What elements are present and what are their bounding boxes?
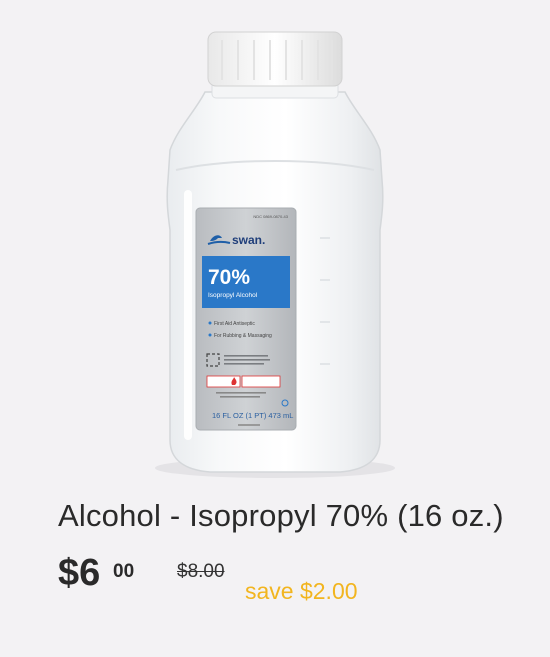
label-bullet-1: First Aid Antiseptic (214, 321, 255, 327)
label-bullet-2: For Rubbing & Massaging (214, 333, 272, 339)
bottle-cap (207, 31, 343, 87)
current-price-cents: 00 (113, 561, 135, 582)
bottle-highlight (184, 190, 192, 440)
bullet-icon (208, 321, 212, 325)
savings-text: save $2.00 (245, 578, 358, 604)
label-barcode-text (238, 424, 260, 426)
label-percent: 70% (208, 266, 250, 289)
current-price-dollars: $6 (58, 552, 101, 594)
label-fineprint (224, 355, 270, 365)
label-size: 16 FL OZ (1 PT) 473 mL (212, 411, 293, 420)
bullet-icon (208, 333, 212, 337)
keep-away-warning-icon (241, 375, 281, 388)
product-title[interactable]: Alcohol - Isopropyl 70% (16 oz.) (58, 498, 504, 534)
original-price: $8.00 (177, 561, 225, 582)
label-product-name: Isopropyl Alcohol (208, 292, 258, 299)
label-ndc: NDC 0869-0870-43 (253, 214, 288, 219)
label-brand: swan. (232, 233, 265, 247)
product-card[interactable]: NDC 0869-0870-43 swan. 70% Isopropyl Alc… (0, 0, 550, 657)
product-image[interactable]: NDC 0869-0870-43 swan. 70% Isopropyl Alc… (0, 0, 550, 485)
